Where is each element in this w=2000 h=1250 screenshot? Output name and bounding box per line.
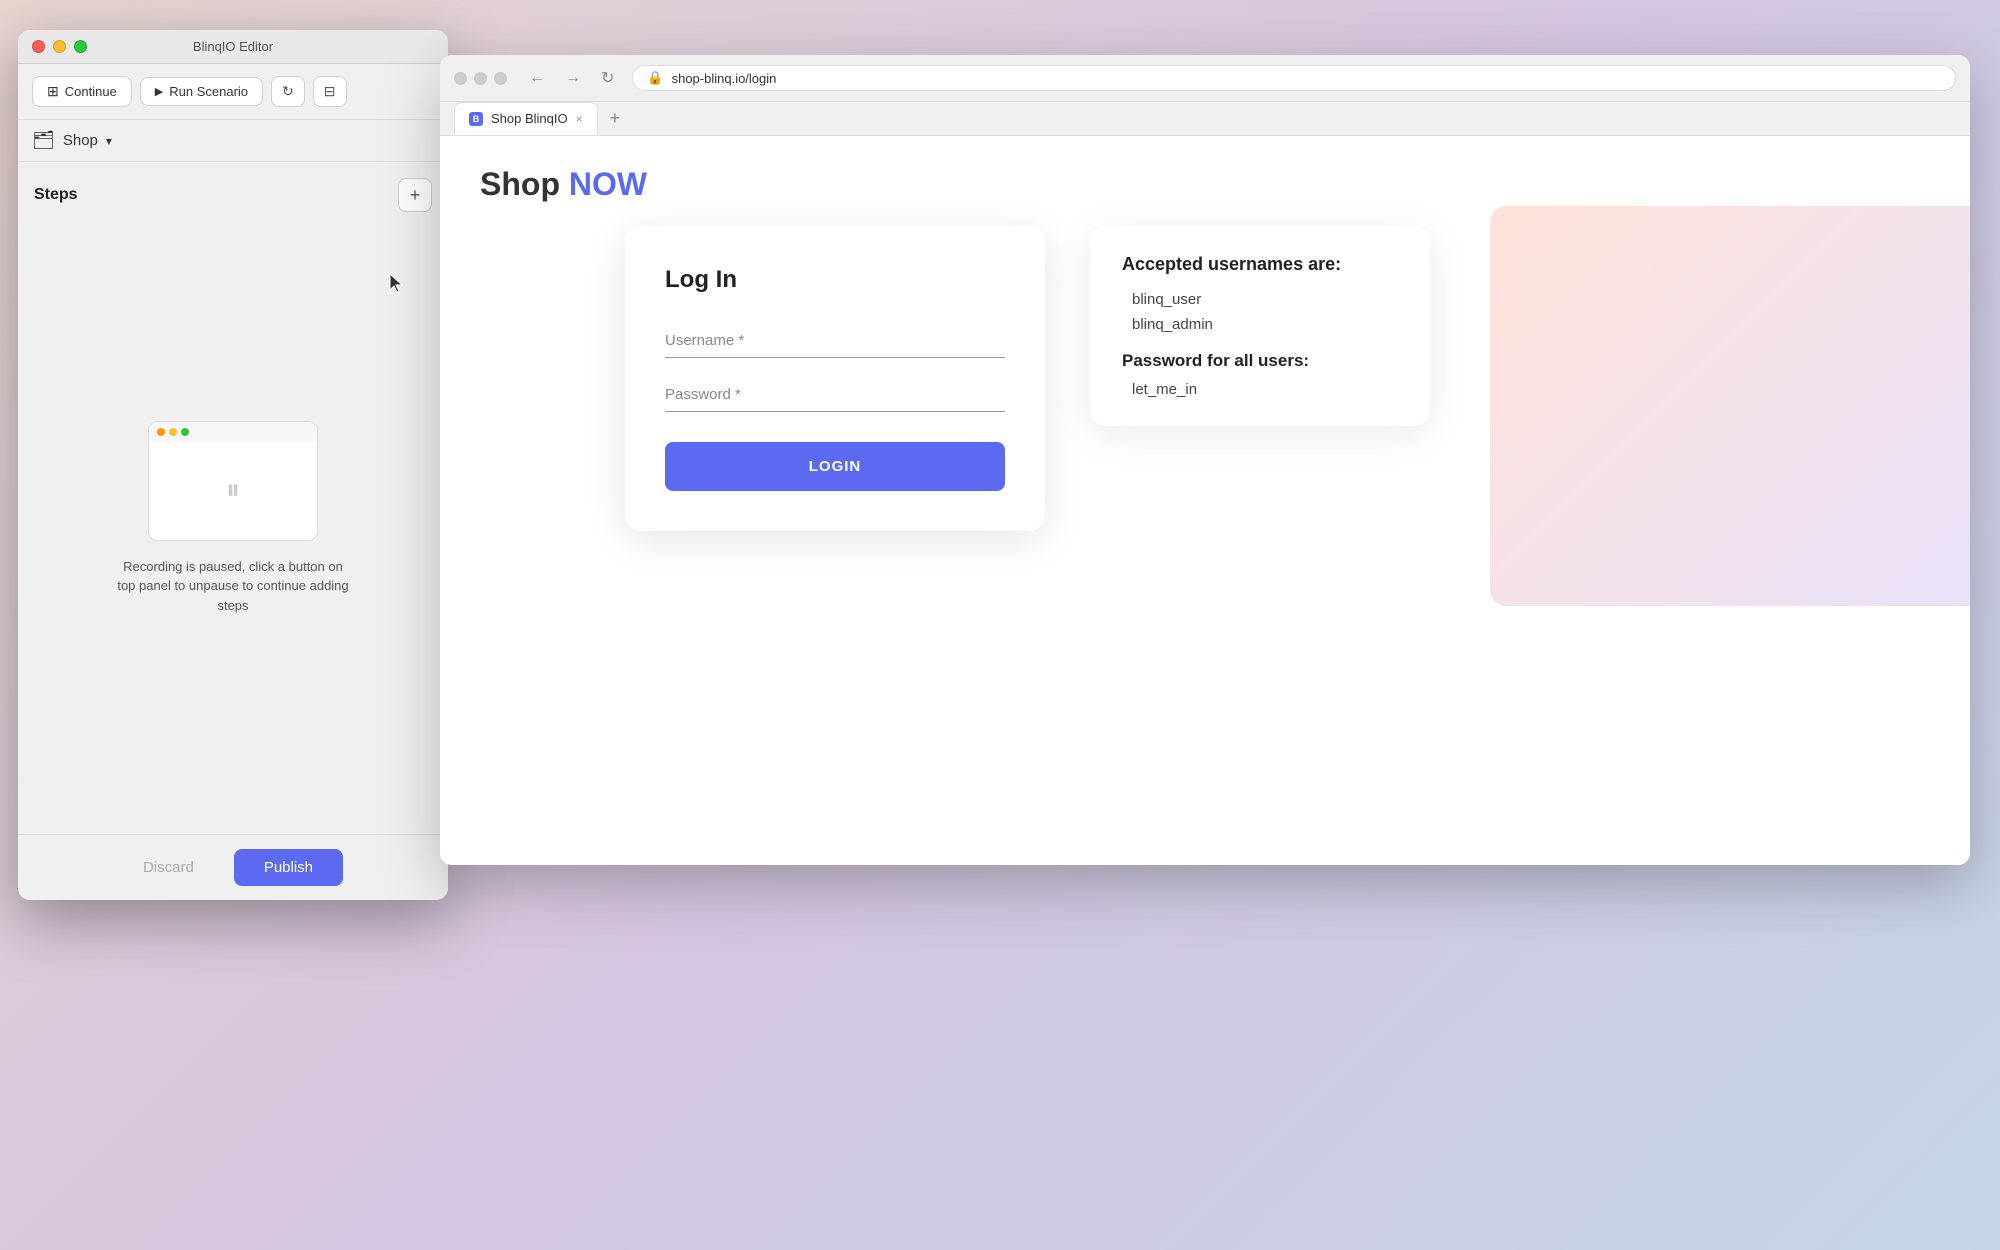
refresh-button[interactable]: ↻ — [271, 76, 305, 107]
forward-icon: → — [565, 69, 581, 86]
new-tab-button[interactable]: + — [602, 104, 629, 133]
username-input[interactable] — [665, 324, 1005, 358]
forward-button[interactable]: → — [559, 66, 587, 90]
address-bar[interactable] — [672, 71, 1941, 86]
active-tab[interactable]: B Shop BlinqIO × — [454, 102, 598, 135]
password-group — [665, 378, 1005, 412]
add-step-button[interactable]: + — [398, 178, 432, 212]
back-button[interactable]: ← — [523, 66, 551, 90]
browser-navigation: ← → ↻ — [523, 66, 620, 90]
dot-green — [181, 428, 189, 436]
preview-card: ⏸ — [148, 421, 318, 541]
pause-icon: ⏸ — [226, 474, 240, 507]
editor-footer: Discard Publish — [18, 834, 448, 900]
recording-preview: ⏸ Recording is paused, click a button on… — [34, 228, 432, 808]
browser-content: Shop NOW Log In LOGIN Accepted usernames… — [440, 136, 1970, 865]
folder-icon: 🗂 — [32, 130, 55, 151]
preview-card-header — [149, 422, 317, 442]
back-icon: ← — [529, 69, 545, 86]
username-blinq-admin: blinq_admin — [1122, 316, 1398, 333]
browser-maximize[interactable] — [494, 72, 507, 85]
play-icon: ▶ — [155, 85, 163, 98]
browser-minimize[interactable] — [474, 72, 487, 85]
password-input[interactable] — [665, 378, 1005, 412]
discard-button[interactable]: Discard — [123, 851, 214, 884]
tab-favicon: B — [469, 112, 483, 126]
editor-title: BlinqIO Editor — [193, 39, 273, 54]
chevron-down-icon: ▾ — [106, 134, 112, 148]
login-card: Log In LOGIN — [625, 226, 1045, 531]
browser-traffic-lights — [454, 72, 507, 85]
lock-icon: 🔒 — [647, 70, 663, 86]
login-button[interactable]: LOGIN — [665, 442, 1005, 491]
grid-icon: ⊞ — [47, 83, 59, 100]
browser-titlebar: ← → ↻ 🔒 — [440, 55, 1970, 102]
username-blinq-user: blinq_user — [1122, 291, 1398, 308]
password-value: let_me_in — [1122, 381, 1398, 398]
background-decoration — [1490, 206, 1970, 606]
steps-title: Steps — [34, 186, 78, 204]
continue-button[interactable]: ⊞ Continue — [32, 76, 132, 107]
tab-close-button[interactable]: × — [576, 112, 583, 126]
maximize-button[interactable] — [74, 40, 87, 53]
steps-header: Steps + — [34, 178, 432, 212]
reload-button[interactable]: ↻ — [595, 66, 620, 90]
plus-icon: + — [410, 185, 421, 206]
username-group — [665, 324, 1005, 358]
close-button[interactable] — [32, 40, 45, 53]
browser-close[interactable] — [454, 72, 467, 85]
shop-heading: Shop NOW — [480, 166, 1930, 203]
tab-bar: B Shop BlinqIO × + — [440, 102, 1970, 136]
shop-selector-button[interactable]: 🗂 Shop ▾ — [32, 130, 112, 151]
editor-content: Steps + ⏸ Recording is paused, click a b… — [18, 162, 448, 834]
preview-card-body: ⏸ — [149, 442, 317, 540]
layout-button[interactable]: ⊟ — [313, 76, 347, 107]
login-title: Log In — [665, 266, 1005, 294]
password-title: Password for all users: — [1122, 351, 1398, 371]
dot-orange — [157, 428, 165, 436]
browser-window: ← → ↻ 🔒 B Shop BlinqIO × + Shop NOW — [440, 55, 1970, 865]
shop-selector: 🗂 Shop ▾ — [18, 120, 448, 162]
accepted-usernames-title: Accepted usernames are: — [1122, 254, 1398, 275]
layout-icon: ⊟ — [324, 83, 336, 100]
editor-toolbar: ⊞ Continue ▶ Run Scenario ↻ ⊟ — [18, 64, 448, 120]
refresh-icon: ↻ — [282, 83, 294, 100]
shop-now-highlight: NOW — [569, 166, 647, 202]
info-panel: Accepted usernames are: blinq_user blinq… — [1090, 226, 1430, 426]
publish-button[interactable]: Publish — [234, 849, 343, 886]
minimize-button[interactable] — [53, 40, 66, 53]
shop-heading-plain: Shop — [480, 166, 569, 202]
dot-yellow — [169, 428, 177, 436]
editor-window: BlinqIO Editor ⊞ Continue ▶ Run Scenario… — [18, 30, 448, 900]
reload-icon: ↻ — [601, 70, 614, 87]
address-bar-wrapper: 🔒 — [632, 65, 1956, 91]
tab-title: Shop BlinqIO — [491, 111, 568, 126]
run-scenario-button[interactable]: ▶ Run Scenario — [140, 77, 263, 106]
recording-status-text: Recording is paused, click a button on t… — [113, 557, 353, 616]
editor-titlebar: BlinqIO Editor — [18, 30, 448, 64]
